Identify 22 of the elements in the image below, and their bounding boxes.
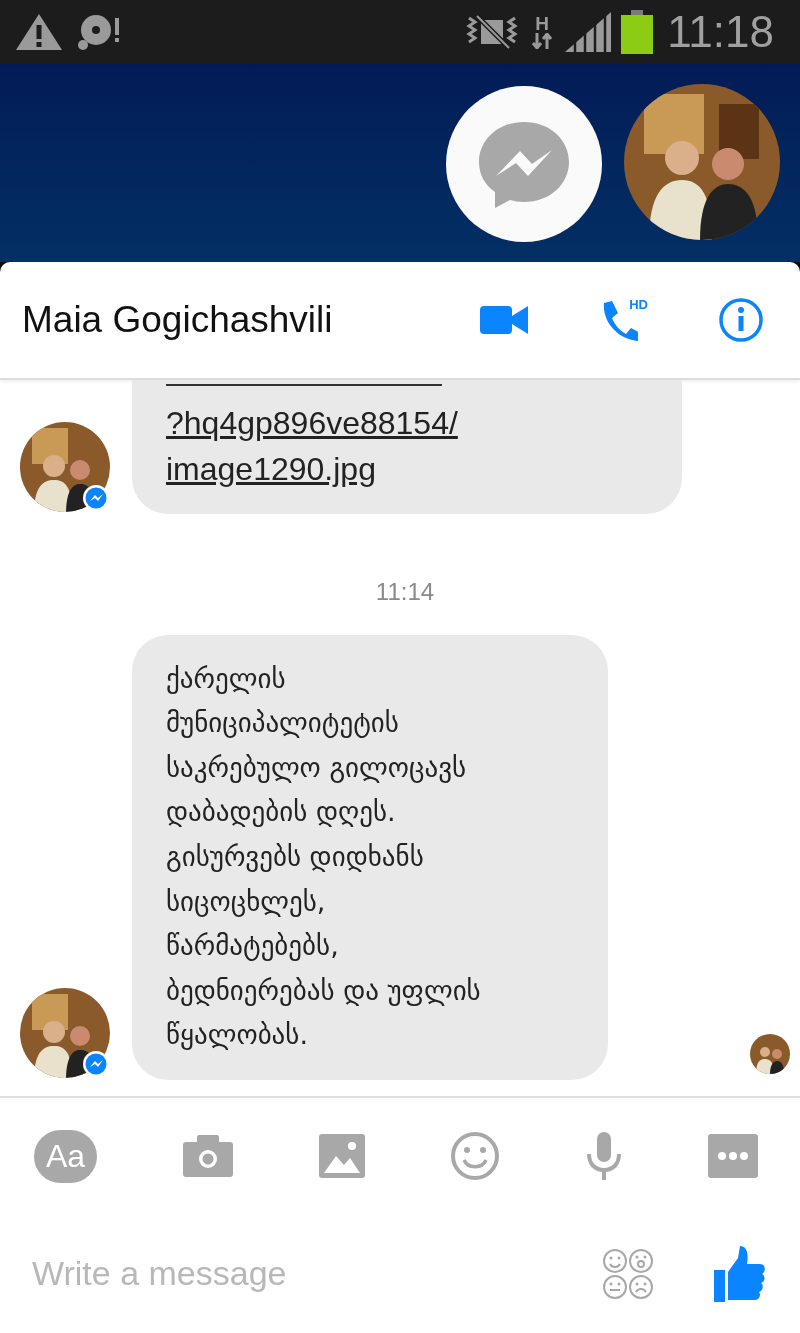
network-type-indicator: H — [529, 15, 556, 49]
messenger-chat-head[interactable] — [444, 84, 604, 244]
clock: 11:18 — [667, 7, 774, 57]
message-input[interactable]: Write a message — [30, 1253, 542, 1294]
stickers-icon[interactable] — [602, 1247, 654, 1300]
video-call-icon[interactable] — [480, 304, 528, 336]
more-icon[interactable] — [707, 1134, 758, 1178]
thumbs-up-icon[interactable] — [714, 1245, 766, 1302]
camera-icon[interactable] — [182, 1135, 233, 1177]
warning-icon — [14, 12, 64, 52]
emoji-icon[interactable] — [450, 1131, 501, 1181]
microphone-icon[interactable] — [586, 1132, 623, 1180]
info-icon[interactable] — [718, 297, 764, 343]
message-link[interactable]: ?hq4gp896ve88154/ image1290.jpg — [166, 400, 642, 492]
message-text: ქარელის მუნიციპალიტეტის საკრებულო გილოცავს დაბადების დღეს. გისურვებს დიდხანს სიცოცხლეს, წარმატებებს, ბედნიერებას და უფლის წყალობას. — [166, 661, 482, 1053]
signal-icon — [565, 12, 612, 52]
vibrate-mute-icon — [465, 12, 520, 52]
contact-name: Maia Gogichashvili — [22, 299, 333, 341]
text-format-button[interactable]: Aa — [34, 1129, 98, 1183]
image-icon[interactable] — [318, 1134, 365, 1178]
message-timestamp: 11:14 — [374, 578, 436, 606]
battery-icon — [621, 10, 654, 54]
